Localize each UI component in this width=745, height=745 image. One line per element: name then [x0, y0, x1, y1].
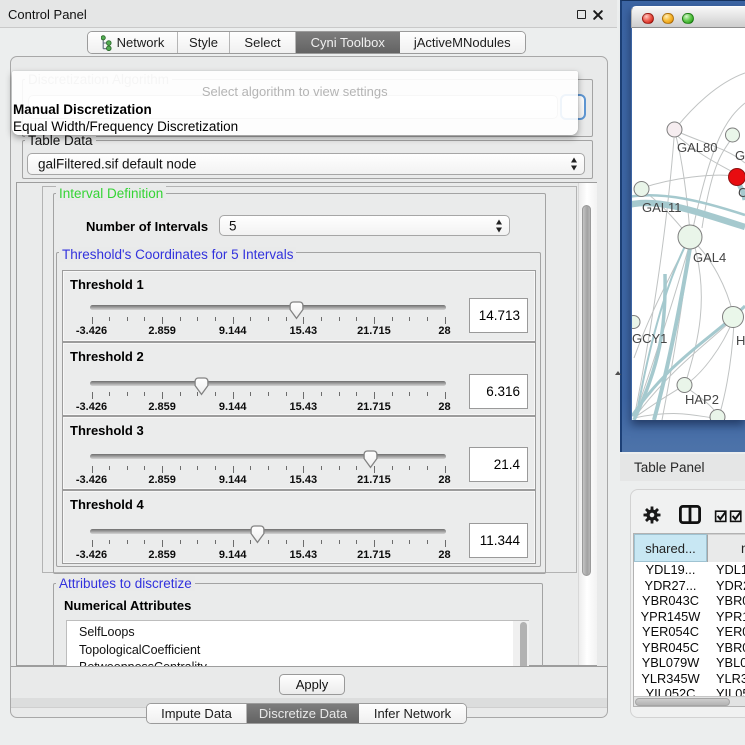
svg-text:GCY1: GCY1 [632, 331, 667, 346]
svg-text:C: C [738, 185, 745, 200]
svg-text:GAL4: GAL4 [693, 250, 726, 265]
svg-text:GA: GA [735, 148, 745, 163]
svg-text:GAL11: GAL11 [642, 200, 682, 215]
svg-text:GAL80: GAL80 [677, 140, 717, 155]
svg-text:HAP2: HAP2 [685, 392, 719, 407]
svg-text:H: H [736, 333, 745, 348]
